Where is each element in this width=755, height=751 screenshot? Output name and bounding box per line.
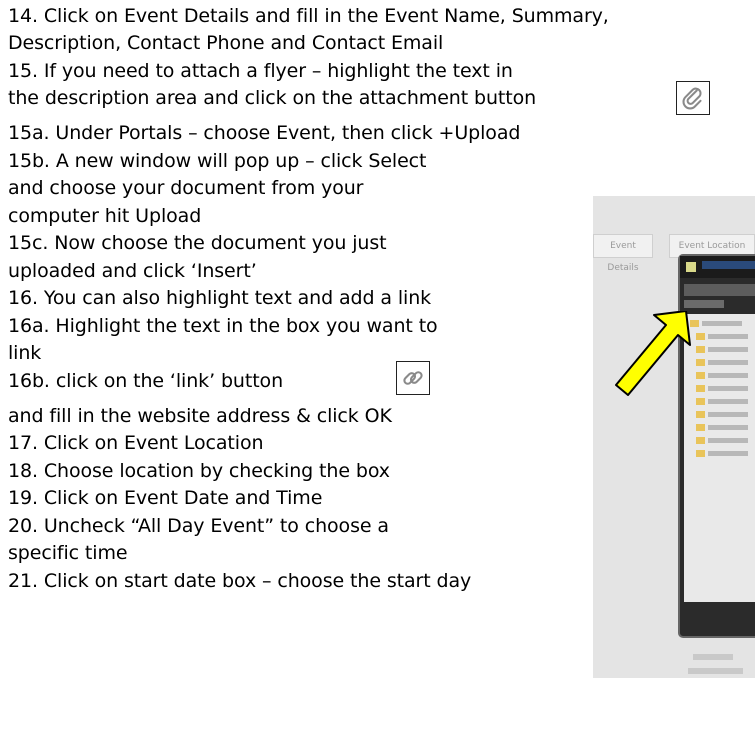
- instruction-line: 16. You can also highlight text and add …: [8, 287, 432, 309]
- folder-icon[interactable]: [696, 398, 705, 405]
- instruction-line: uploaded and click ‘Insert’: [8, 260, 257, 282]
- instruction-line: 19. Click on Event Date and Time: [8, 487, 323, 509]
- screenshot-tab-event-details: Event Details: [593, 234, 653, 273]
- dialog-logo-icon: [686, 262, 696, 272]
- folder-label[interactable]: [708, 425, 748, 430]
- folder-icon[interactable]: [696, 411, 705, 418]
- instruction-line: Description, Contact Phone and Contact E…: [8, 32, 444, 54]
- dialog-toolbar: [684, 284, 755, 296]
- folder-icon[interactable]: [696, 437, 705, 444]
- folder-label[interactable]: [708, 386, 748, 391]
- instruction-line: and choose your document from your: [8, 177, 364, 199]
- instruction-line: 16b. click on the ‘link’ button: [8, 370, 284, 392]
- dialog-titlebar: [680, 256, 755, 278]
- instruction-line: computer hit Upload: [8, 205, 202, 227]
- folder-icon[interactable]: [696, 450, 705, 457]
- folder-label[interactable]: [708, 399, 748, 404]
- yellow-arrow-icon: [615, 311, 691, 396]
- folder-icon[interactable]: [696, 385, 705, 392]
- chain-link-icon: [396, 361, 430, 395]
- folder-label[interactable]: [708, 360, 748, 365]
- instruction-line: specific time: [8, 542, 128, 564]
- instruction-line: 16a. Highlight the text in the box you w…: [8, 315, 438, 337]
- file-browser-screenshot: Event Details Event Location: [593, 196, 755, 678]
- instruction-line: the description area and click on the at…: [8, 87, 537, 109]
- folder-label[interactable]: [708, 412, 748, 417]
- folder-label[interactable]: [708, 373, 748, 378]
- instruction-line: 15b. A new window will pop up – click Se…: [8, 150, 427, 172]
- instruction-line: 14. Click on Event Details and fill in t…: [8, 5, 609, 27]
- folder-label[interactable]: [708, 438, 748, 443]
- instruction-line: 15. If you need to attach a flyer – high…: [8, 60, 513, 82]
- folder-icon[interactable]: [696, 359, 705, 366]
- folder-icon[interactable]: [696, 424, 705, 431]
- folder-icon[interactable]: [696, 333, 705, 340]
- folder-label[interactable]: [708, 334, 748, 339]
- folder-label[interactable]: [708, 451, 748, 456]
- instruction-line: 15a. Under Portals – choose Event, then …: [8, 122, 521, 144]
- paperclip-icon: [676, 81, 710, 115]
- instruction-line: 21. Click on start date box – choose the…: [8, 570, 472, 592]
- folder-label[interactable]: [702, 321, 742, 326]
- instruction-line: 15c. Now choose the document you just: [8, 232, 387, 254]
- instruction-line: link: [8, 342, 42, 364]
- folder-icon[interactable]: [696, 372, 705, 379]
- instruction-line: 18. Choose location by checking the box: [8, 460, 390, 482]
- folder-tree: [684, 314, 755, 602]
- instruction-line: 20. Uncheck “All Day Event” to choose a: [8, 515, 389, 537]
- instruction-line: 17. Click on Event Location: [8, 432, 264, 454]
- folder-label[interactable]: [708, 347, 748, 352]
- instruction-line: and fill in the website address & click …: [8, 405, 392, 427]
- folder-icon[interactable]: [696, 346, 705, 353]
